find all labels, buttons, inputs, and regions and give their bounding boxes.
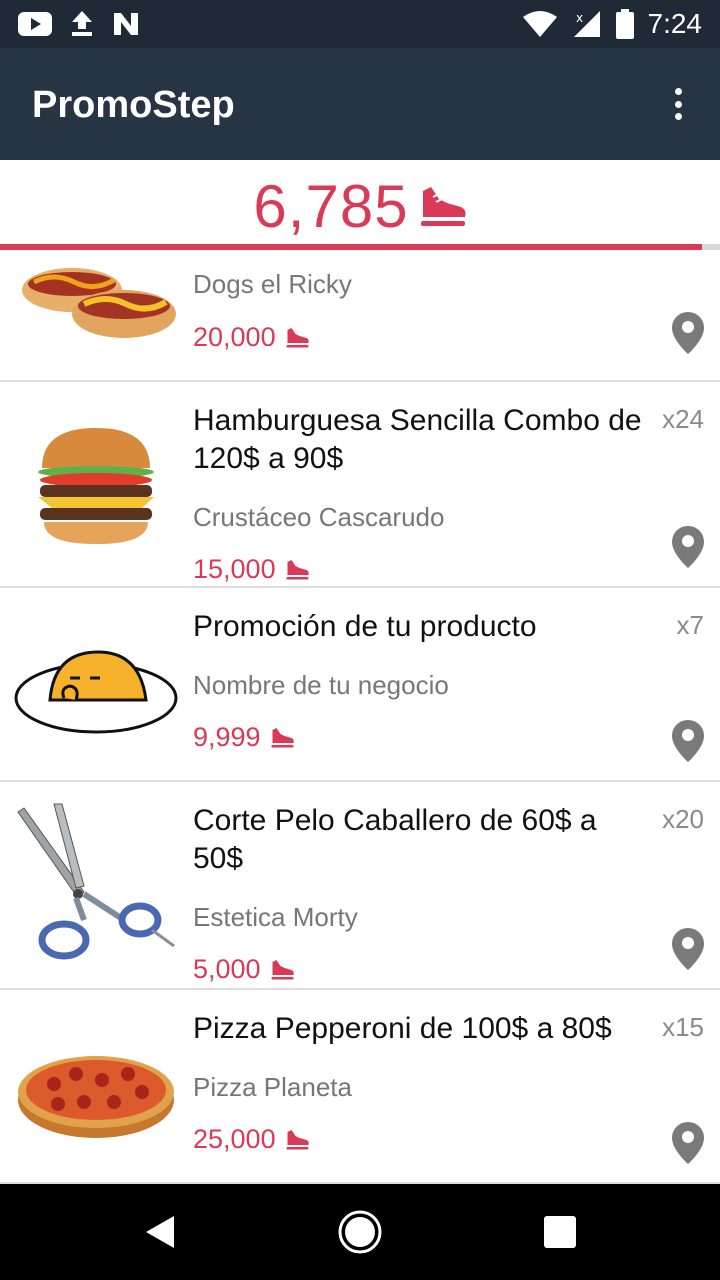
pizza-image — [18, 1056, 174, 1138]
promo-quantity: x15 — [662, 1012, 704, 1042]
burger-image — [38, 428, 154, 544]
promo-title: Pizza Pepperoni de 100$ a 80$ — [193, 1012, 612, 1045]
app-bar: PromoStep — [0, 48, 720, 160]
youtube-icon — [18, 12, 52, 36]
promo-quantity: x24 — [662, 404, 704, 434]
back-button[interactable] — [136, 1208, 184, 1256]
promo-title: Hamburguesa Sencilla Combo de 120$ a 90$ — [193, 404, 642, 475]
list-item[interactable]: Corte Pelo Caballero de 60$ a 50$ x20 Es… — [0, 782, 720, 990]
signal-icon: x — [573, 11, 600, 37]
overflow-menu-button[interactable] — [658, 82, 698, 126]
location-pin-icon[interactable] — [672, 720, 704, 762]
steps-progress-fill — [0, 244, 702, 250]
step-cost: 5,000 — [193, 954, 295, 985]
steps-progress-bar — [0, 244, 720, 250]
promo-title: Promoción de tu producto — [193, 610, 537, 643]
upload-icon — [72, 11, 92, 36]
overflow-menu-icon — [674, 88, 682, 95]
location-pin-icon[interactable] — [672, 928, 704, 970]
navigation-bar — [0, 1184, 720, 1280]
back-icon — [146, 1216, 174, 1248]
app-title: PromoStep — [32, 84, 235, 126]
business-name: Nombre de tu negocio — [193, 670, 449, 700]
n-icon — [114, 13, 138, 35]
sneaker-icon — [420, 186, 466, 226]
home-button[interactable] — [336, 1208, 384, 1256]
sneaker-icon — [286, 1129, 309, 1149]
hotdog-image — [22, 268, 176, 338]
step-cost: 25,000 — [193, 1124, 310, 1155]
steps-header: 6,785 — [0, 160, 720, 252]
scissors-image — [17, 803, 175, 960]
steps-count: 6,785 — [253, 173, 409, 240]
business-name: Pizza Planeta — [193, 1072, 352, 1102]
recents-button[interactable] — [536, 1208, 584, 1256]
home-icon — [338, 1210, 382, 1254]
step-cost: 9,999 — [193, 722, 295, 753]
wifi-icon — [522, 11, 557, 37]
gudetama-image — [14, 650, 178, 734]
list-item[interactable]: Dogs el Ricky 20,000 — [0, 252, 720, 382]
list-item[interactable]: Promoción de tu producto x7 Nombre de tu… — [0, 588, 720, 782]
promo-title: Corte Pelo Caballero de 60$ a 50$ — [193, 804, 597, 875]
location-pin-icon[interactable] — [672, 526, 704, 568]
recents-icon — [544, 1216, 576, 1248]
step-cost: 20,000 — [193, 322, 310, 353]
step-cost: 15,000 — [193, 554, 310, 585]
business-name: Estetica Morty — [193, 902, 358, 932]
sneaker-icon — [286, 559, 309, 579]
location-pin-icon[interactable] — [672, 1122, 704, 1164]
sneaker-icon — [271, 959, 294, 979]
status-time: 7:24 — [647, 8, 703, 39]
status-bar: x 7:24 — [0, 0, 720, 48]
sneaker-icon — [271, 727, 294, 747]
promotions-list[interactable]: Dogs el Ricky 20,000 Hamburguesa Sencill… — [0, 252, 720, 1184]
business-name: Crustáceo Cascarudo — [193, 502, 445, 532]
promo-quantity: x7 — [676, 610, 704, 640]
promo-quantity: x20 — [662, 804, 704, 834]
battery-icon — [615, 9, 634, 39]
list-item[interactable]: Pizza Pepperoni de 100$ a 80$ x15 Pizza … — [0, 990, 720, 1184]
svg-text:x: x — [576, 11, 583, 25]
location-pin-icon[interactable] — [672, 312, 704, 354]
sneaker-icon — [286, 327, 309, 347]
list-item[interactable]: Hamburguesa Sencilla Combo de 120$ a 90$… — [0, 382, 720, 588]
business-name: Dogs el Ricky — [193, 269, 352, 299]
